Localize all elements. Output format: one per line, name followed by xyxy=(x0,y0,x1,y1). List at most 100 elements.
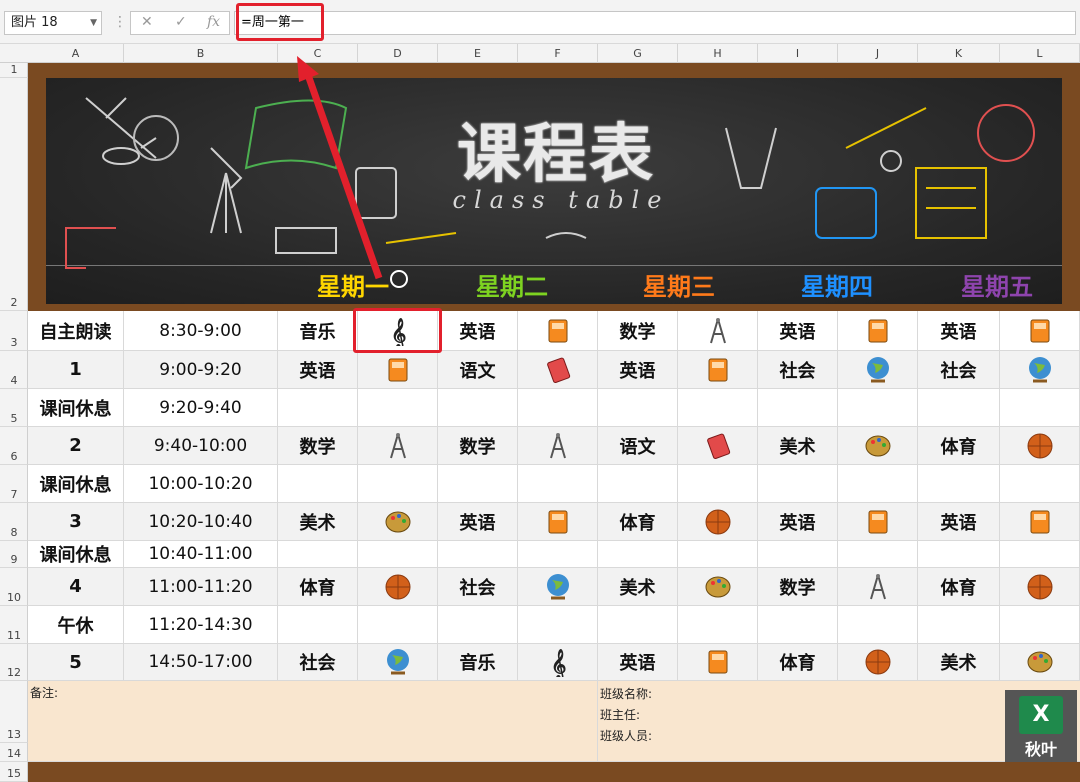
subject-icon-cell[interactable] xyxy=(518,389,598,427)
subject-icon-cell[interactable] xyxy=(838,465,918,503)
subject-cell[interactable]: 社会 xyxy=(758,351,838,389)
column-header[interactable]: H xyxy=(678,44,758,63)
subject-icon-cell[interactable] xyxy=(518,568,598,606)
row-header[interactable]: 15 xyxy=(0,762,28,782)
subject-cell[interactable] xyxy=(438,389,518,427)
subject-cell[interactable]: 美术 xyxy=(918,644,1000,681)
row-header[interactable]: 14 xyxy=(0,743,28,762)
subject-icon-cell[interactable] xyxy=(518,465,598,503)
row-header[interactable]: 8 xyxy=(0,503,28,541)
row-header[interactable]: 1 xyxy=(0,63,28,78)
subject-cell[interactable] xyxy=(758,389,838,427)
subject-icon-cell[interactable] xyxy=(518,427,598,465)
row-header[interactable]: 5 xyxy=(0,389,28,427)
row-header[interactable]: 3 xyxy=(0,311,28,351)
subject-icon-cell[interactable] xyxy=(838,606,918,644)
subject-icon-cell[interactable] xyxy=(1000,311,1080,351)
column-header[interactable]: A xyxy=(28,44,124,63)
subject-cell[interactable] xyxy=(758,606,838,644)
chevron-down-icon[interactable]: ▼ xyxy=(90,12,97,34)
subject-cell[interactable]: 英语 xyxy=(438,311,518,351)
subject-cell[interactable] xyxy=(438,541,518,568)
subject-icon-cell[interactable] xyxy=(678,541,758,568)
row-header[interactable]: 6 xyxy=(0,427,28,465)
subject-icon-cell[interactable] xyxy=(838,568,918,606)
row-header[interactable]: 13 xyxy=(0,681,28,743)
subject-icon-cell[interactable] xyxy=(678,503,758,541)
subject-icon-cell[interactable] xyxy=(678,606,758,644)
subject-cell[interactable] xyxy=(278,389,358,427)
subject-icon-cell[interactable] xyxy=(678,644,758,681)
subject-icon-cell[interactable] xyxy=(1000,568,1080,606)
subject-cell[interactable] xyxy=(278,465,358,503)
subject-icon-cell[interactable] xyxy=(358,389,438,427)
subject-icon-cell[interactable] xyxy=(358,541,438,568)
subject-icon-cell[interactable] xyxy=(358,503,438,541)
subject-cell[interactable]: 美术 xyxy=(278,503,358,541)
subject-icon-cell[interactable] xyxy=(358,606,438,644)
row-header[interactable]: 2 xyxy=(0,78,28,311)
subject-cell[interactable] xyxy=(918,465,1000,503)
notes-area[interactable]: 备注: 班级名称: 班主任: 班级人员: xyxy=(28,681,1080,762)
subject-icon-cell[interactable] xyxy=(678,389,758,427)
subject-cell[interactable] xyxy=(438,606,518,644)
subject-cell[interactable]: 英语 xyxy=(758,311,838,351)
subject-icon-cell[interactable] xyxy=(1000,606,1080,644)
column-header[interactable]: I xyxy=(758,44,838,63)
subject-icon-cell[interactable] xyxy=(358,427,438,465)
column-header[interactable]: B xyxy=(124,44,278,63)
subject-icon-cell[interactable] xyxy=(838,644,918,681)
subject-cell[interactable]: 数学 xyxy=(438,427,518,465)
subject-cell[interactable] xyxy=(598,541,678,568)
subject-cell[interactable]: 语文 xyxy=(598,427,678,465)
column-header[interactable]: G xyxy=(598,44,678,63)
subject-icon-cell[interactable] xyxy=(358,644,438,681)
subject-icon-cell[interactable] xyxy=(838,351,918,389)
subject-cell[interactable]: 体育 xyxy=(918,427,1000,465)
subject-icon-cell[interactable] xyxy=(518,503,598,541)
subject-cell[interactable]: 数学 xyxy=(278,427,358,465)
subject-cell[interactable]: 社会 xyxy=(278,644,358,681)
row-header[interactable]: 7 xyxy=(0,465,28,503)
subject-icon-cell[interactable] xyxy=(518,311,598,351)
row-header[interactable]: 10 xyxy=(0,568,28,606)
subject-icon-cell[interactable] xyxy=(838,541,918,568)
subject-cell[interactable] xyxy=(758,541,838,568)
rotate-handle-icon[interactable] xyxy=(390,270,408,288)
subject-cell[interactable] xyxy=(278,606,358,644)
subject-cell[interactable] xyxy=(598,389,678,427)
subject-cell[interactable]: 社会 xyxy=(918,351,1000,389)
subject-icon-cell[interactable]: 𝄞 xyxy=(518,644,598,681)
subject-cell[interactable]: 音乐 xyxy=(438,644,518,681)
subject-cell[interactable]: 美术 xyxy=(758,427,838,465)
subject-icon-cell[interactable] xyxy=(838,427,918,465)
column-header[interactable]: F xyxy=(518,44,598,63)
subject-cell[interactable]: 英语 xyxy=(438,503,518,541)
subject-cell[interactable]: 英语 xyxy=(598,351,678,389)
subject-cell[interactable] xyxy=(918,606,1000,644)
subject-cell[interactable] xyxy=(598,606,678,644)
subject-cell[interactable]: 体育 xyxy=(758,644,838,681)
name-box[interactable]: 图片 18 ▼ xyxy=(4,11,102,35)
subject-cell[interactable]: 英语 xyxy=(598,644,678,681)
subject-cell[interactable] xyxy=(758,465,838,503)
subject-cell[interactable]: 音乐 xyxy=(278,311,358,351)
subject-icon-cell[interactable] xyxy=(518,351,598,389)
subject-cell[interactable]: 社会 xyxy=(438,568,518,606)
confirm-icon[interactable]: ✓ xyxy=(175,14,187,30)
column-header[interactable]: K xyxy=(918,44,1000,63)
subject-icon-cell[interactable] xyxy=(1000,503,1080,541)
subject-cell[interactable]: 语文 xyxy=(438,351,518,389)
subject-cell[interactable]: 英语 xyxy=(278,351,358,389)
subject-icon-cell[interactable] xyxy=(358,351,438,389)
subject-icon-cell[interactable] xyxy=(1000,427,1080,465)
subject-cell[interactable] xyxy=(438,465,518,503)
subject-icon-cell[interactable] xyxy=(678,568,758,606)
column-header[interactable]: E xyxy=(438,44,518,63)
row-header[interactable]: 4 xyxy=(0,351,28,389)
row-header[interactable]: 11 xyxy=(0,606,28,644)
subject-icon-cell[interactable] xyxy=(678,465,758,503)
subject-cell[interactable]: 英语 xyxy=(758,503,838,541)
subject-icon-cell[interactable] xyxy=(1000,644,1080,681)
subject-cell[interactable]: 美术 xyxy=(598,568,678,606)
